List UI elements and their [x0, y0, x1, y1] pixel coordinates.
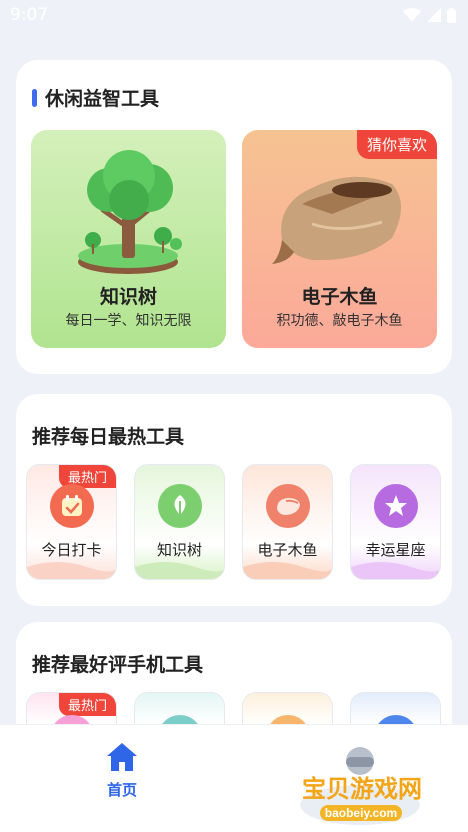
tool-wooden-fish[interactable]: 电子木鱼 [242, 464, 333, 580]
daily-hot-tools-card: 推荐每日最热工具 最热门 今日打卡 知识树 电子木鱼 幸运星座 [16, 394, 452, 606]
bottom-navigation: 首页 宝贝游戏网 baobeiy.com [0, 724, 468, 832]
leisure-tools-card: 休闲益智工具 知识树 每日一学、知识无限 猜你喜欢 电子木鱼 积功德、敲电子木鱼 [16, 60, 452, 374]
tile-subtitle: 每日一学、知识无限 [65, 313, 192, 329]
tree-illustration-icon [78, 150, 182, 274]
decorative-wave [135, 562, 224, 579]
leaf-icon [158, 484, 202, 528]
nav-home-label: 首页 [106, 781, 137, 799]
knowledge-tree-tile[interactable]: 知识树 每日一学、知识无限 [31, 130, 226, 348]
home-icon [107, 743, 137, 771]
title-accent-bar [32, 88, 37, 107]
status-time: 9:07 [10, 5, 49, 25]
signal-icon [427, 8, 441, 22]
decorative-wave [27, 562, 116, 579]
tile-name: 知识树 [99, 286, 157, 308]
watermark-logo: 宝贝游戏网 baobeiy.com [300, 747, 422, 825]
daily-hot-tools-title: 推荐每日最热工具 [32, 426, 185, 448]
tool-check-in[interactable]: 最热门 今日打卡 [26, 464, 117, 580]
hottest-badge: 最热门 [58, 693, 116, 716]
tool-knowledge-tree[interactable]: 知识树 [134, 464, 225, 580]
decorative-wave [243, 562, 332, 579]
battery-icon [447, 7, 456, 23]
svg-text:宝贝游戏网: 宝贝游戏网 [302, 775, 422, 803]
status-icons [403, 7, 456, 23]
leisure-tools-title: 休闲益智工具 [32, 84, 159, 111]
daily-hot-tools-list: 最热门 今日打卡 知识树 电子木鱼 幸运星座 [26, 464, 441, 580]
star-icon [374, 484, 418, 528]
tile-subtitle: 积功德、敲电子木鱼 [276, 313, 403, 329]
calendar-check-icon [50, 484, 94, 528]
wooden-fish-icon [266, 484, 310, 528]
nav-home[interactable]: 首页 [92, 741, 152, 800]
svg-text:baobeiy.com: baobeiy.com [325, 806, 397, 820]
decorative-wave [351, 562, 440, 579]
top-rated-tools-title: 推荐最好评手机工具 [32, 654, 204, 676]
tile-name: 电子木鱼 [301, 286, 378, 308]
wooden-fish-illustration-icon [272, 176, 401, 264]
wooden-fish-tile[interactable]: 猜你喜欢 电子木鱼 积功德、敲电子木鱼 [242, 130, 437, 348]
wifi-icon [403, 8, 421, 22]
status-bar: 9:07 [0, 0, 468, 30]
tool-lucky-constellation[interactable]: 幸运星座 [350, 464, 441, 580]
